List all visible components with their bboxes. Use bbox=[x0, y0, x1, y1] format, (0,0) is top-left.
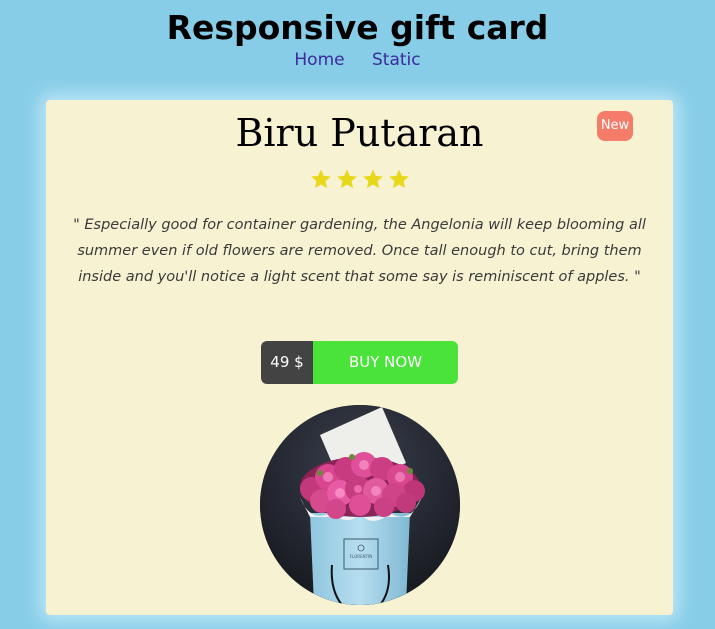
buy-group: 49 $ BUY NOW bbox=[261, 341, 458, 384]
top-nav: Home Static bbox=[0, 49, 715, 71]
star-icon bbox=[388, 168, 410, 190]
product-name: Biru Putaran bbox=[235, 111, 484, 155]
nav-link-home[interactable]: Home bbox=[294, 50, 344, 70]
product-description: " Especially good for container gardenin… bbox=[73, 217, 646, 285]
flower-box-photo: FLORENTIN bbox=[260, 405, 460, 605]
flower-box-illustration: FLORENTIN bbox=[260, 405, 460, 605]
box-brand-text: FLORENTIN bbox=[350, 554, 372, 559]
price-tag: 49 $ bbox=[261, 341, 313, 384]
star-icon bbox=[310, 168, 332, 190]
star-icon bbox=[336, 168, 358, 190]
new-badge: New bbox=[597, 111, 633, 141]
buy-now-button[interactable]: BUY NOW bbox=[313, 341, 458, 384]
star-icon bbox=[362, 168, 384, 190]
rating-stars bbox=[46, 168, 673, 194]
nav-link-static[interactable]: Static bbox=[372, 50, 421, 70]
gift-box bbox=[310, 513, 410, 605]
page-title: Responsive gift card bbox=[166, 8, 549, 47]
gift-card: Biru Putaran New " Especially good for c… bbox=[46, 100, 673, 615]
